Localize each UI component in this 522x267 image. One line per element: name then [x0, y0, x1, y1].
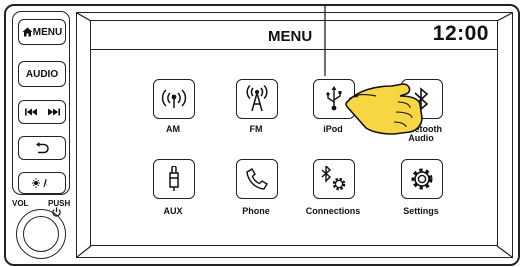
- hand-pointer-icon: [345, 83, 423, 135]
- head-unit: MENU AUDIO VOL PUSH MENU 12:00 AM FM iPo…: [4, 4, 520, 266]
- annotation-overlay: [324, 6, 423, 135]
